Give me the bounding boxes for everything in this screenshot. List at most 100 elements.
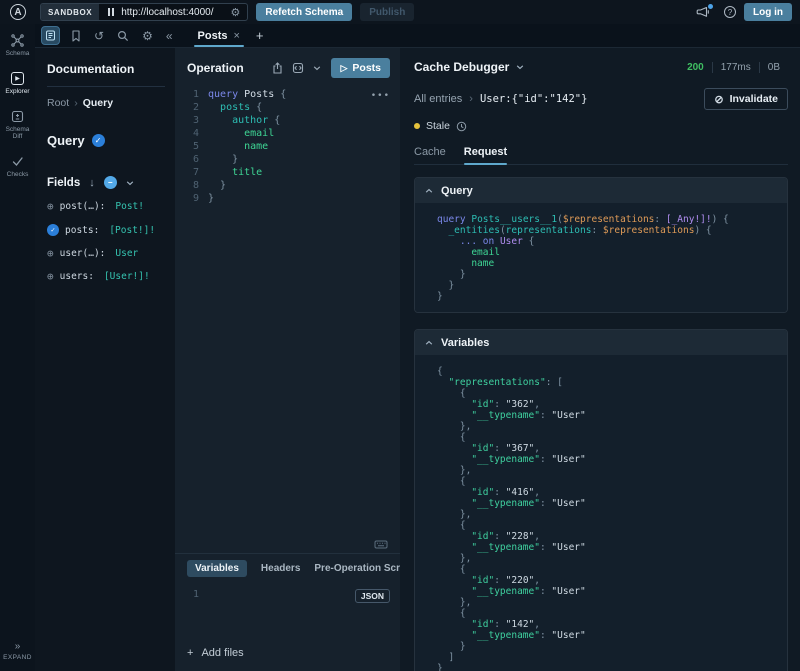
- apollo-logo: A: [10, 4, 26, 20]
- pause-icon[interactable]: [108, 8, 114, 16]
- latency: 177ms: [712, 62, 759, 73]
- field-selected-check-icon[interactable]: ✓: [47, 224, 59, 236]
- breadcrumb-current: Query: [83, 97, 113, 109]
- operation-bottom-tabs: Variables Headers Pre-Operation Script P…: [175, 553, 400, 583]
- schema-diff-icon: [11, 110, 24, 123]
- saved-operations-bookmark-icon[interactable]: [71, 30, 81, 42]
- play-icon: ▷: [340, 63, 347, 74]
- add-field-plus-icon[interactable]: ⊕: [47, 201, 54, 212]
- debugger-tabs: Cache Request: [414, 146, 788, 165]
- line-numbers: 123456789: [175, 88, 199, 205]
- tab-headers[interactable]: Headers: [261, 563, 300, 574]
- field-row-user[interactable]: ⊕ user(…):User: [47, 248, 165, 259]
- help-icon[interactable]: ?: [724, 6, 736, 18]
- tab-posts[interactable]: Posts ×: [190, 24, 248, 47]
- sidebar-item-explorer[interactable]: ▶ Explorer: [5, 72, 29, 96]
- operation-editor[interactable]: 123456789 query Posts { posts { author {…: [175, 84, 400, 539]
- explorer-tab-bar: ↺ ⚙ « Posts × +: [35, 24, 800, 48]
- endpoint-url-bar[interactable]: SANDBOX http://localhost:4000/ ⚙: [40, 3, 248, 21]
- tab-cache[interactable]: Cache: [414, 146, 446, 164]
- schema-graph-icon: [11, 34, 24, 47]
- top-bar: A SANDBOX http://localhost:4000/ ⚙ Refet…: [0, 0, 800, 24]
- keyboard-shortcuts-icon[interactable]: [374, 539, 388, 549]
- field-row-post[interactable]: ⊕ post(…):Post!: [47, 201, 165, 212]
- variables-section-header[interactable]: Variables: [415, 330, 787, 355]
- breadcrumb-root[interactable]: Root: [47, 97, 69, 109]
- status-code: 200: [679, 62, 712, 73]
- clock-icon[interactable]: [456, 121, 467, 132]
- sidebar-item-schema[interactable]: Schema: [6, 34, 30, 58]
- plus-icon: +: [187, 647, 193, 659]
- docs-breadcrumb: Root › Query: [47, 97, 165, 109]
- endpoint-url[interactable]: http://localhost:4000/: [121, 7, 213, 18]
- double-chevron-right-icon: »: [15, 641, 21, 652]
- type-selected-check-icon: ✓: [92, 134, 105, 147]
- operation-title: Operation: [187, 61, 263, 75]
- breadcrumb-all-entries[interactable]: All entries: [414, 93, 462, 105]
- chevron-separator: ›: [469, 93, 473, 105]
- left-nav-rail: Schema ▶ Explorer Schema Diff Checks » E…: [0, 24, 35, 671]
- notification-dot: [708, 4, 713, 9]
- block-icon: ⊘: [714, 93, 723, 106]
- active-tab-underline: [194, 45, 244, 47]
- chevron-up-icon: [425, 187, 433, 195]
- settings-gear-icon[interactable]: ⚙: [142, 29, 153, 43]
- sort-arrow-down-icon[interactable]: ↓: [89, 177, 95, 189]
- deselect-all-icon[interactable]: −: [104, 176, 117, 189]
- gist-icon[interactable]: [292, 62, 304, 74]
- response-size: 0B: [759, 62, 788, 73]
- close-tab-icon[interactable]: ×: [233, 30, 239, 42]
- login-button[interactable]: Log in: [744, 3, 792, 21]
- query-section: Query query Posts__users__1($representat…: [414, 177, 788, 313]
- operation-panel: Operation ▷ Posts: [175, 48, 400, 671]
- tab-variables[interactable]: Variables: [187, 560, 247, 577]
- documentation-panel-icon[interactable]: [41, 26, 60, 45]
- expand-rail-button[interactable]: » EXPAND: [3, 641, 32, 661]
- collapse-panel-icon[interactable]: «: [166, 29, 173, 43]
- chevron-down-icon[interactable]: [313, 64, 321, 72]
- editor-menu-dots-icon[interactable]: •••: [371, 90, 390, 103]
- announcements-megaphone-icon[interactable]: [696, 6, 710, 18]
- stale-status: Stale: [414, 120, 788, 132]
- checkmark-icon: [11, 155, 24, 168]
- response-stats: 200 177ms 0B: [679, 62, 788, 73]
- chevron-up-icon: [425, 339, 433, 347]
- panel-mode-dropdown[interactable]: Cache Debugger: [414, 60, 524, 74]
- add-field-plus-icon[interactable]: ⊕: [47, 248, 54, 259]
- documentation-panel: Documentation Root › Query Query ✓ Field…: [35, 48, 175, 671]
- request-variables-code[interactable]: { "representations": [ { "id": "362", "_…: [415, 355, 787, 671]
- fields-chevron-down-icon[interactable]: [126, 179, 134, 187]
- refetch-schema-button[interactable]: Refetch Schema: [256, 3, 352, 21]
- publish-button[interactable]: Publish: [360, 3, 414, 21]
- json-format-badge[interactable]: JSON: [355, 589, 390, 603]
- variables-line-number: 1: [175, 589, 199, 600]
- add-field-plus-icon[interactable]: ⊕: [47, 271, 54, 282]
- field-row-users[interactable]: ⊕ users:[User!]!: [47, 271, 165, 282]
- new-tab-button[interactable]: +: [256, 28, 264, 43]
- variables-section: Variables { "representations": [ { "id":…: [414, 329, 788, 671]
- tab-request[interactable]: Request: [464, 146, 507, 164]
- fields-label: Fields: [47, 177, 80, 189]
- request-query-code[interactable]: query Posts__users__1($representations: …: [415, 203, 787, 312]
- run-operation-button[interactable]: ▷ Posts: [331, 58, 390, 78]
- field-row-posts[interactable]: ✓ posts:[Post!]!: [47, 224, 165, 236]
- sandbox-badge: SANDBOX: [41, 4, 99, 20]
- share-icon[interactable]: [272, 62, 283, 74]
- add-files-button[interactable]: + Add files: [175, 639, 400, 671]
- search-icon[interactable]: [117, 30, 129, 42]
- sidebar-item-checks[interactable]: Checks: [7, 155, 29, 179]
- operation-code[interactable]: query Posts { posts { author { email nam…: [208, 88, 286, 205]
- chevron-down-icon: [516, 63, 524, 71]
- explorer-play-icon: ▶: [11, 72, 24, 85]
- endpoint-settings-gear-icon[interactable]: ⚙: [224, 6, 248, 19]
- history-icon[interactable]: ↺: [94, 29, 104, 43]
- tab-pre-operation-script[interactable]: Pre-Operation Script: [314, 563, 400, 574]
- cache-debugger-panel: Cache Debugger 200 177ms 0B All entries …: [400, 48, 800, 671]
- chevron-separator: ›: [74, 97, 78, 109]
- query-section-header[interactable]: Query: [415, 178, 787, 203]
- invalidate-button[interactable]: ⊘ Invalidate: [704, 88, 788, 110]
- sidebar-item-schema-diff[interactable]: Schema Diff: [0, 110, 35, 142]
- variables-editor[interactable]: 1 JSON: [175, 583, 400, 639]
- documentation-title: Documentation: [47, 62, 165, 76]
- stale-status-dot: [414, 123, 420, 129]
